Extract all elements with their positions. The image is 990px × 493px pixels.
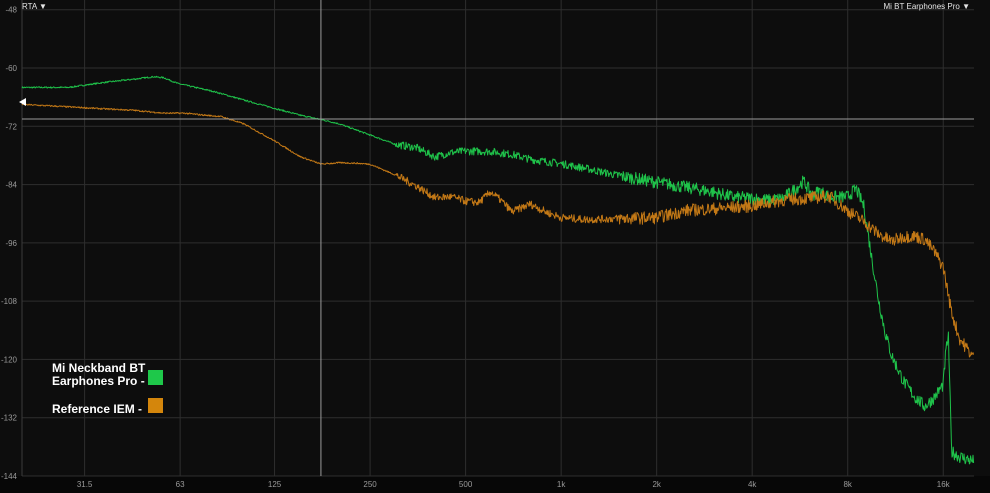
y-tick-label: -84 — [5, 181, 17, 190]
x-tick-label: 63 — [176, 480, 185, 489]
y-tick-label: -108 — [1, 297, 18, 306]
y-tick-label: -96 — [5, 239, 17, 248]
rta-chart[interactable]: -48 -60 -72 -84 -96 -108 -120 -132 -144 31.5 63 12… — [0, 0, 990, 493]
legend-label-mi-neckband-line1: Mi Neckband BT — [52, 361, 146, 375]
device-dropdown[interactable]: Mi BT Earphones Pro ▼ — [884, 2, 970, 11]
legend-label-reference-iem: Reference IEM - — [52, 402, 142, 416]
x-tick-label: 500 — [459, 480, 473, 489]
y-tick-label: -132 — [1, 414, 18, 423]
y-tick-label: -120 — [1, 355, 18, 364]
legend-swatch-green — [148, 370, 163, 385]
legend-label-mi-neckband-line2: Earphones Pro - — [52, 374, 145, 388]
bottom-bar — [0, 476, 990, 493]
x-tick-label: 2k — [652, 480, 661, 489]
x-tick-label: 125 — [268, 480, 282, 489]
y-tick-label: -60 — [5, 64, 17, 73]
x-tick-label: 8k — [843, 480, 852, 489]
x-tick-label: 1k — [557, 480, 566, 489]
x-tick-label: 4k — [748, 480, 757, 489]
x-tick-label: 31.5 — [77, 480, 93, 489]
x-tick-label: 250 — [363, 480, 377, 489]
y-tick-label: -144 — [1, 472, 18, 481]
legend-swatch-orange — [148, 398, 163, 413]
rta-mode-dropdown[interactable]: RTA ▼ — [22, 2, 47, 11]
plot-background — [0, 0, 990, 493]
y-tick-label: -72 — [5, 122, 17, 131]
x-tick-label: 16k — [937, 480, 951, 489]
y-tick-label: -48 — [5, 6, 17, 15]
